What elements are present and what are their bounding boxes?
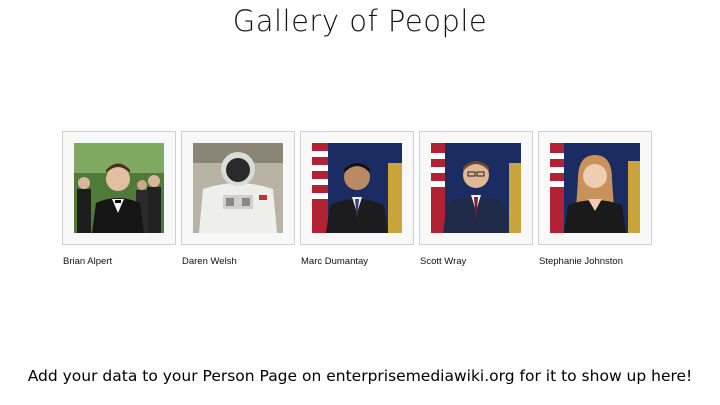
- person-card[interactable]: Marc Dumantay: [300, 131, 414, 267]
- photo-frame[interactable]: [62, 131, 176, 245]
- page-title: Gallery of People: [232, 4, 488, 38]
- person-photo[interactable]: [312, 143, 402, 233]
- astronaut-photo[interactable]: [193, 143, 283, 233]
- footer-instruction: Add your data to your Person Page on ent…: [27, 367, 693, 385]
- person-photo[interactable]: [74, 143, 164, 233]
- person-card[interactable]: Brian Alpert: [62, 131, 176, 267]
- person-card[interactable]: Scott Wray: [419, 131, 533, 267]
- photo-frame[interactable]: [181, 131, 295, 245]
- photo-frame[interactable]: [419, 131, 533, 245]
- person-name[interactable]: Scott Wray: [419, 256, 533, 267]
- person-name[interactable]: Brian Alpert: [62, 256, 176, 267]
- person-card[interactable]: Stephanie Johnston: [538, 131, 652, 267]
- person-photo[interactable]: [431, 143, 521, 233]
- person-card[interactable]: Daren Welsh: [181, 131, 295, 267]
- person-name[interactable]: Daren Welsh: [181, 256, 295, 267]
- photo-frame[interactable]: [538, 131, 652, 245]
- person-photo[interactable]: [550, 143, 640, 233]
- people-gallery: Brian Alpert Daren Welsh Marc Dumantay S…: [62, 131, 652, 267]
- person-name[interactable]: Marc Dumantay: [300, 256, 414, 267]
- person-name[interactable]: Stephanie Johnston: [538, 256, 652, 267]
- photo-frame[interactable]: [300, 131, 414, 245]
